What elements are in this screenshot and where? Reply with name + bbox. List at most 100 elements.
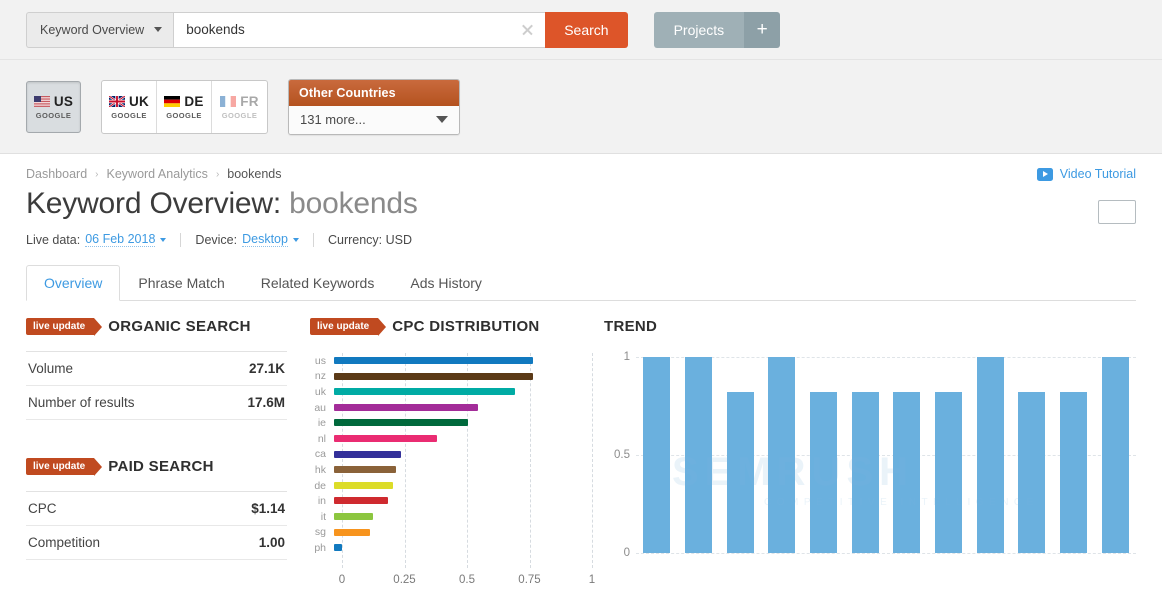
cpc-bar[interactable] [334,512,373,520]
cpc-bar[interactable] [334,528,371,536]
cpc-bar-label: ca [314,448,326,461]
currency-label: Currency: USD [327,232,413,247]
cpc-bar[interactable] [334,434,438,442]
cpc-bar-label: ie [317,417,326,430]
video-tutorial-link[interactable]: Video Tutorial [1036,167,1136,181]
chevron-down-icon [292,237,299,242]
trend-bar-slot [928,357,970,553]
country-tab-fr-top: FR [220,94,258,109]
cpc-bar[interactable] [334,466,396,474]
device-meta: Device: Desktop [195,232,299,247]
cpc-bar-label: sg [314,526,326,539]
trend-bar[interactable] [893,392,921,553]
country-tab-de[interactable]: DE GOOGLE [157,80,212,133]
table-row: CPC $1.14 [26,492,287,526]
cpc-bar[interactable] [334,450,402,458]
cpc-bar[interactable] [334,419,469,427]
trend-bar-slot [636,357,678,553]
cpc-bar-label: uk [314,385,326,398]
trend-y-tick: 1 [623,351,630,363]
cpc-bar-track [334,447,592,463]
meta-divider [180,232,182,247]
trend-bar[interactable] [1018,392,1046,553]
projects-button[interactable]: Projects [653,11,745,48]
trend-bar-slot [719,357,761,553]
cpc-bar[interactable] [334,497,389,505]
trend-header: TREND [604,318,1136,335]
country-tab-us[interactable]: US GOOGLE [26,80,81,133]
tab-ads-history[interactable]: Ads History [392,265,500,301]
cpc-bar-label: de [314,479,326,492]
tab-overview[interactable]: Overview [26,265,121,301]
search-button[interactable]: Search [545,11,628,48]
page-title-keyword: bookends [289,187,418,220]
other-countries-dropdown[interactable]: Other Countries 131 more... [288,78,460,135]
breadcrumb-item-dashboard[interactable]: Dashboard [26,167,87,181]
tab-phrase-match[interactable]: Phrase Match [120,265,242,301]
top-right-placeholder-box[interactable] [1098,200,1136,224]
country-tab-uk[interactable]: UK GOOGLE [102,80,157,133]
device-value[interactable]: Desktop [242,232,288,247]
trend-bar[interactable] [1101,357,1129,553]
search-input-wrapper [173,11,546,48]
trend-bar[interactable] [851,392,879,553]
projects-group: Projects + [653,11,781,48]
row-label: CPC [28,501,57,516]
flag-de-icon [164,95,181,107]
trend-bar[interactable] [685,357,712,553]
trend-bar[interactable] [935,392,963,553]
trend-bar[interactable] [643,357,671,553]
row-value: $1.14 [251,501,285,516]
section-tabs: Overview Phrase Match Related Keywords A… [26,264,1136,301]
trend-bar[interactable] [976,357,1004,553]
live-data-value[interactable]: 06 Feb 2018 [85,232,156,247]
chevron-down-icon [154,27,163,32]
cpc-bar[interactable] [334,372,533,380]
tab-related-keywords[interactable]: Related Keywords [243,265,393,301]
cpc-bar[interactable] [334,388,515,396]
country-tab-us-code: US [53,93,74,109]
cpc-bar-track [334,525,592,541]
cpc-chart-x-axis: 0 0.25 0.5 0.75 1 [338,572,595,592]
cpc-bar-row: ph [310,540,592,556]
table-row: Competition 1.00 [26,526,287,560]
row-value: 1.00 [258,535,285,550]
trend-bar[interactable] [1060,392,1088,553]
trend-bar[interactable] [726,392,754,553]
trend-chart-plot [636,357,1136,554]
cpc-bar[interactable] [334,403,479,411]
search-type-dropdown[interactable]: Keyword Overview [26,11,174,48]
content-columns: live update ORGANIC SEARCH Volume 27.1K … [26,318,1136,592]
organic-search-title: ORGANIC SEARCH [108,318,251,335]
page-content: Dashboard › Keyword Analytics › bookends… [0,154,1162,592]
breadcrumb-item-keyword-analytics[interactable]: Keyword Analytics [107,167,208,181]
cpc-bar-row: in [310,493,592,509]
trend-bar[interactable] [810,392,838,553]
cpc-bar[interactable] [334,481,394,489]
other-countries-select[interactable]: 131 more... [289,105,459,134]
country-tab-fr[interactable]: FR GOOGLE [212,81,267,133]
cpc-bar[interactable] [334,357,533,364]
trend-bar-slot [678,357,720,553]
cpc-bar-track [334,384,592,400]
cpc-bar-label: us [314,354,326,367]
page-title: Keyword Overview: bookends [26,187,1136,221]
cpc-bar-track [334,509,592,525]
meta-divider [312,232,314,247]
country-tab-fr-engine: GOOGLE [221,110,258,120]
cpc-bar-row: ca [310,447,592,463]
cpc-bar-row: uk [310,384,592,400]
clear-icon[interactable] [520,23,534,37]
add-project-button[interactable]: + [744,11,781,48]
table-row: Volume 27.1K [26,352,287,386]
cpc-axis-tick: 0 [338,574,346,586]
page-meta: Live data: 06 Feb 2018 Device: Desktop C… [26,232,1136,247]
cpc-bar-label: nz [314,370,326,383]
trend-y-tick: 0.5 [614,449,630,461]
cpc-chart-bars: us nz uk au ie nl ca hk de in it sg ph [310,353,592,556]
search-input[interactable] [174,12,546,47]
cpc-bar-track [334,400,592,416]
cpc-bar[interactable] [334,544,342,552]
cpc-bar-track [334,462,592,478]
trend-bar[interactable] [768,357,796,553]
